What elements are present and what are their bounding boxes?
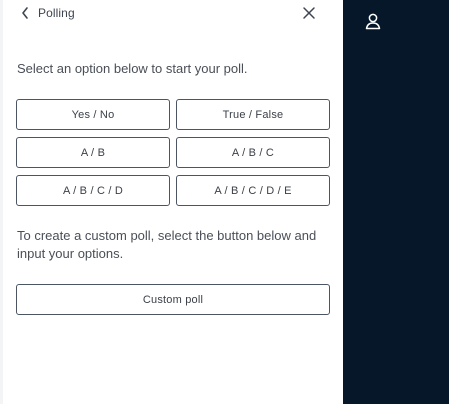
user-icon[interactable] — [364, 12, 382, 30]
poll-instruction: Select an option below to start your pol… — [17, 61, 248, 76]
back-button[interactable]: Polling — [20, 4, 75, 22]
close-button[interactable] — [302, 6, 316, 20]
close-icon — [302, 7, 316, 24]
poll-option-a-b-c-d-e[interactable]: A / B / C / D / E — [176, 175, 330, 206]
chevron-left-icon — [20, 6, 30, 20]
poll-option-true-false[interactable]: True / False — [176, 99, 330, 130]
polling-panel: Polling Select an option below to start … — [3, 0, 343, 404]
custom-poll-button[interactable]: Custom poll — [16, 284, 330, 315]
panel-title: Polling — [38, 6, 75, 20]
right-sidebar — [343, 0, 449, 404]
custom-poll-instruction: To create a custom poll, select the butt… — [17, 228, 317, 261]
poll-option-a-b[interactable]: A / B — [16, 137, 170, 168]
panel-header: Polling — [3, 0, 343, 28]
poll-option-a-b-c[interactable]: A / B / C — [176, 137, 330, 168]
poll-option-yes-no[interactable]: Yes / No — [16, 99, 170, 130]
poll-option-a-b-c-d[interactable]: A / B / C / D — [16, 175, 170, 206]
